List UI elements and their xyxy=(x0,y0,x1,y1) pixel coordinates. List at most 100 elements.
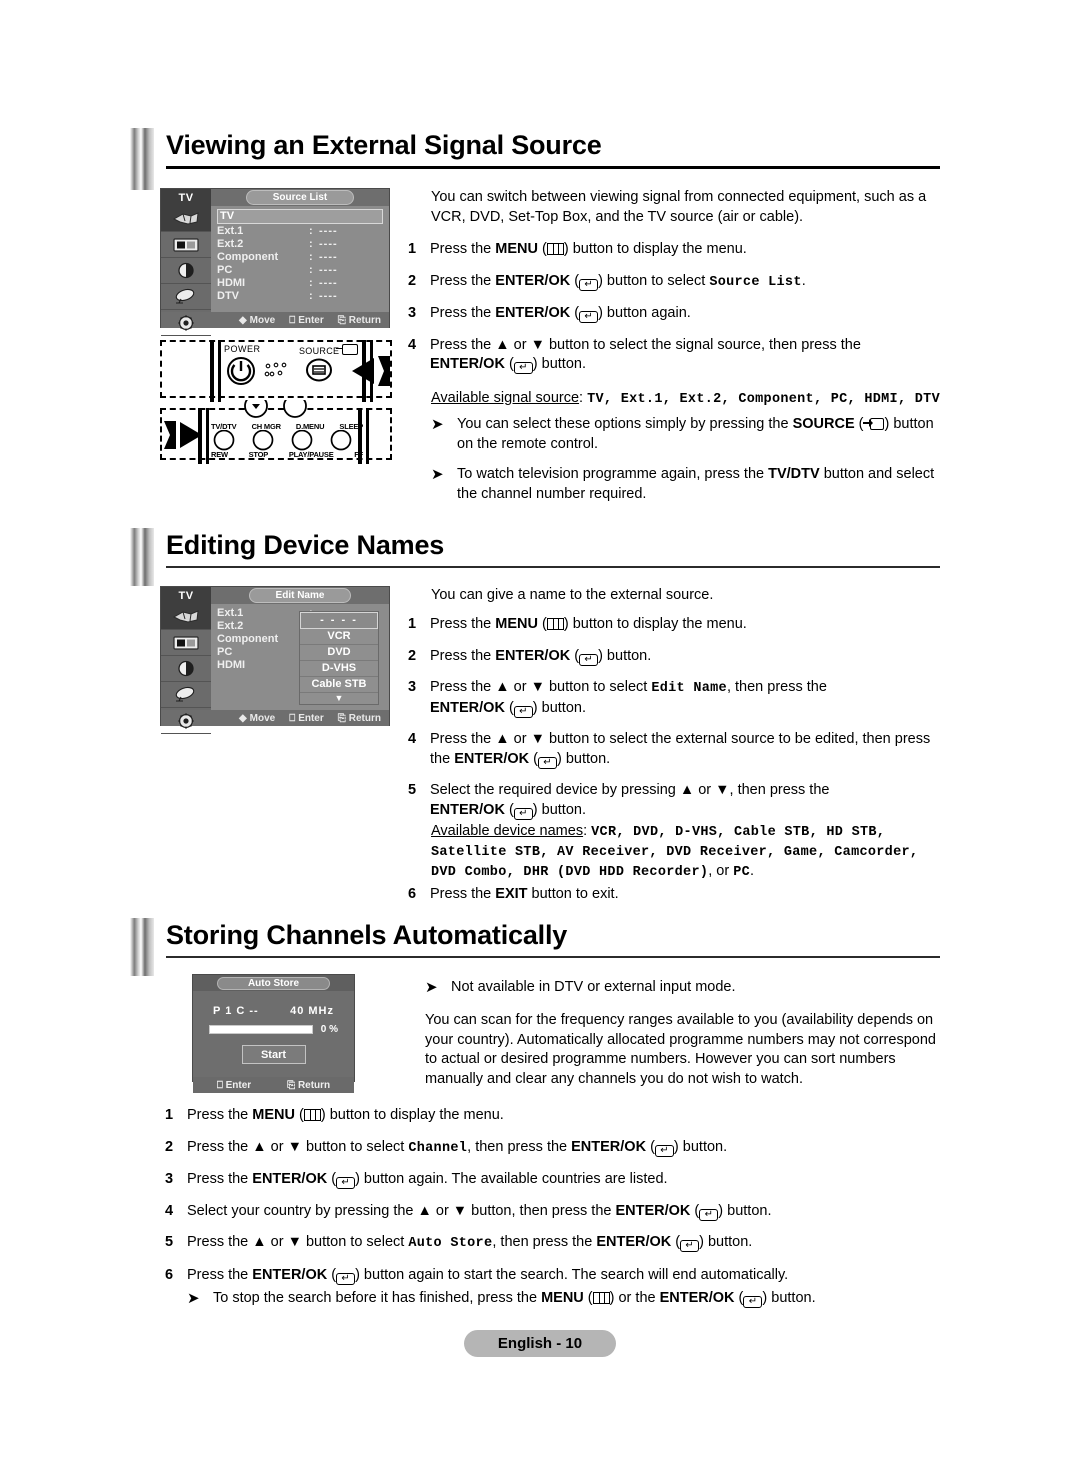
auto-store-dialog[interactable]: Auto Store P 1 C -- 40 MHz 0 % Start ⎕ E… xyxy=(192,974,355,1093)
decorative-gradient-bar xyxy=(130,918,154,976)
step-text: Press the ENTER/OK (↵) button again. The… xyxy=(187,1171,668,1189)
progress-bar xyxy=(209,1025,313,1034)
step-number: 5 xyxy=(408,782,417,798)
sidebar-icon-sound[interactable] xyxy=(161,258,211,284)
menu-key-icon xyxy=(592,1292,610,1304)
remote-edge-left2 xyxy=(218,340,221,402)
step-number: 5 xyxy=(165,1234,174,1250)
dialog-body: P 1 C -- 40 MHz 0 % Start xyxy=(193,991,354,1068)
satellite-dish-icon xyxy=(175,686,195,702)
dropdown-item-blank[interactable]: - - - - xyxy=(300,612,378,629)
chevron-down-icon[interactable]: ▼ xyxy=(300,693,378,704)
enter-key-icon: ↵ xyxy=(513,705,533,718)
sidebar-icon-channel[interactable] xyxy=(161,682,211,708)
enter-key-icon: ↵ xyxy=(579,311,599,323)
sidebar-icon-picture[interactable] xyxy=(161,232,211,258)
available-values-line2: Satellite STB, AV Receiver, DVD Receiver… xyxy=(431,845,919,860)
menu-key-icon xyxy=(546,243,564,255)
sidebar-icon-setup[interactable] xyxy=(161,310,211,336)
lower-buttons-row-icon[interactable] xyxy=(210,430,366,452)
step-number: 2 xyxy=(408,272,417,289)
edit-name-menu[interactable]: TV Edit Name Ext.1 Ext.2 Component PC HD… xyxy=(160,586,390,734)
menu-item-component[interactable]: Component : ---- xyxy=(217,251,383,264)
step-item: 2 Press the ENTER/OK (↵) button. xyxy=(408,647,943,667)
keypad-dots-icon xyxy=(264,362,287,377)
page-number-badge: English - 10 xyxy=(463,1330,617,1357)
power-label: POWER xyxy=(224,344,261,354)
picture-icon xyxy=(173,238,199,252)
footer-return: ⎘ Return xyxy=(337,314,381,326)
pointer-arrow-right-icon xyxy=(164,421,202,449)
dropdown-item-cable-stb[interactable]: Cable STB xyxy=(300,677,378,693)
dropdown-item-vcr[interactable]: VCR xyxy=(300,629,378,645)
sidebar-icon-sound[interactable] xyxy=(161,656,211,682)
menu-item-ext2[interactable]: Ext.2 : ---- xyxy=(217,238,383,251)
sidebar-icon-setup[interactable] xyxy=(161,708,211,734)
device-name-dropdown[interactable]: - - - - VCR DVD D-VHS Cable STB ▼ xyxy=(299,611,379,705)
menu-sidebar[interactable] xyxy=(161,604,211,734)
step-text: Press the ENTER/OK (↵) button again to s… xyxy=(187,1266,789,1285)
enter-key-icon: ↵ xyxy=(680,1240,700,1252)
menu-item-pc[interactable]: PC : ---- xyxy=(217,264,383,277)
menu-sidebar[interactable] xyxy=(161,206,211,336)
source-list-menu[interactable]: TV Source List TV Ext.1: ---- Ext.2: -… xyxy=(160,188,390,336)
menu-body: TV Ext.1 : ---- Ext.2 : ---- Component :… xyxy=(161,206,389,336)
plug-icon xyxy=(172,610,199,623)
menu-tv-label: TV xyxy=(161,189,211,206)
step-number: 1 xyxy=(408,241,417,257)
enter-key-icon: ↵ xyxy=(579,278,599,291)
step-text: Press the EXIT button to exit. xyxy=(430,886,619,902)
footer-enter: ⎕ Enter xyxy=(216,1079,252,1091)
menu-item-label: TV xyxy=(220,210,235,222)
menu-item-dtv[interactable]: DTV : ---- xyxy=(217,290,383,303)
remote-edge-left xyxy=(210,340,214,402)
menu-item-value: ---- xyxy=(319,251,338,263)
bullet-text: You can select these options simply by p… xyxy=(457,416,934,452)
menu-item-tv[interactable]: TV xyxy=(217,209,383,224)
bullet-text: To stop the search before it has finishe… xyxy=(213,1290,816,1308)
step-text: Press the ENTER/OK (↵) button again. xyxy=(430,305,691,323)
sidebar-icon-picture[interactable] xyxy=(161,630,211,656)
source-button-icon[interactable] xyxy=(305,355,335,385)
start-button[interactable]: Start xyxy=(241,1045,306,1064)
section3-intro: You can scan for the frequency ranges av… xyxy=(425,1012,936,1087)
bullet-marker-icon: ➤ xyxy=(187,1290,200,1307)
step-item: 6 Press the ENTER/OK (↵) button again to… xyxy=(165,1266,955,1286)
menu-item-sep: : xyxy=(309,277,313,289)
enter-key-icon: ↵ xyxy=(743,1296,763,1308)
step-number: 1 xyxy=(165,1107,174,1123)
sidebar-icon-input[interactable] xyxy=(161,604,211,630)
power-button-icon[interactable] xyxy=(224,354,264,394)
enter-key-icon: ↵ xyxy=(513,807,533,820)
upper-buttons-row-icon xyxy=(244,400,307,418)
step-item: 1 Press the MENU () button to display th… xyxy=(408,240,943,260)
menu-item-ext1[interactable]: Ext.1 : ---- xyxy=(217,225,383,238)
label-stop: STOP xyxy=(248,450,269,459)
menu-item-hdmi[interactable]: HDMI : ---- xyxy=(217,277,383,290)
section-title: Editing Device Names xyxy=(166,530,445,560)
dropdown-item-dvd[interactable]: DVD xyxy=(300,645,378,661)
sidebar-icon-input[interactable] xyxy=(161,206,211,232)
remote-edge-left2 xyxy=(206,408,209,464)
step-text: Press the MENU () button to display the … xyxy=(430,616,747,632)
dropdown-item-dvhs[interactable]: D-VHS xyxy=(300,661,378,677)
step-item: 2 Press the ENTER/OK (↵) button to selec… xyxy=(408,272,943,293)
menu-item-label: Component xyxy=(217,251,279,263)
enter-key-icon: ↵ xyxy=(579,653,599,666)
remote-diagram-source-button: POWER SOURCE xyxy=(160,340,392,402)
step-text: Press the ▲ or ▼ button to select Edit N… xyxy=(430,679,827,718)
menu-item-value: ---- xyxy=(319,238,338,250)
section-heading: Editing Device Names xyxy=(130,528,940,586)
step-text: Press the MENU () button to display the … xyxy=(430,241,747,257)
footer-move: ◆ Move xyxy=(238,314,276,326)
step-text: Press the ▲ or ▼ button to select the si… xyxy=(430,336,861,374)
menu-key-icon xyxy=(546,618,564,630)
step-number: 6 xyxy=(165,1266,174,1283)
frequency-value: 40 MHz xyxy=(290,1005,334,1017)
step-item: 6 Press the EXIT button to exit. xyxy=(408,885,943,905)
menu-item-label: PC xyxy=(217,646,233,658)
step-number: 3 xyxy=(408,679,417,695)
menu-items[interactable]: TV Ext.1 : ---- Ext.2 : ---- Component :… xyxy=(211,206,389,312)
bullet-item: ➤ Not available in DTV or external input… xyxy=(425,978,945,998)
sidebar-icon-channel[interactable] xyxy=(161,284,211,310)
